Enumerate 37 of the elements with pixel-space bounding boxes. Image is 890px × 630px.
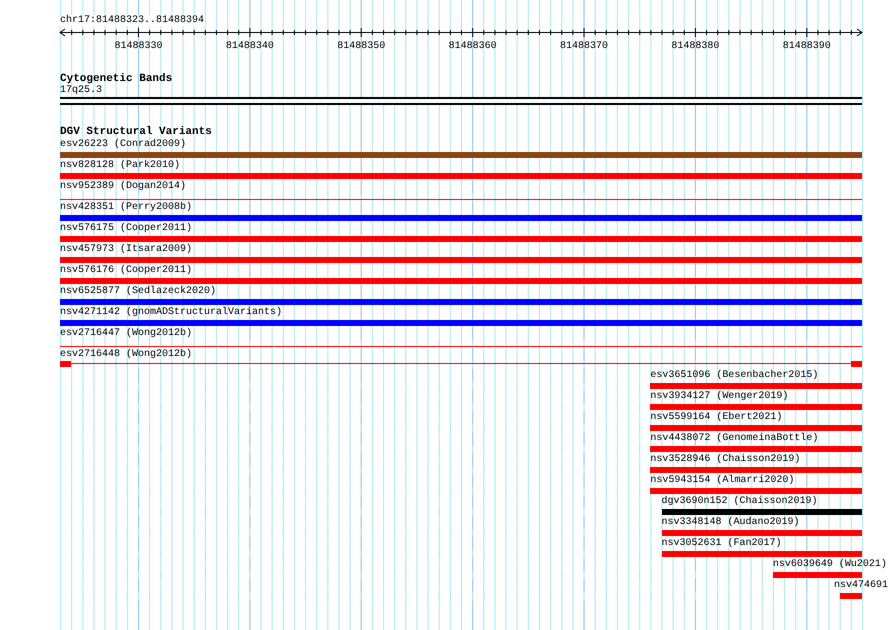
variant-label: nsv6525877 (Sedlazeck2020) xyxy=(60,286,216,298)
variant-label: nsv428351 (Perry2008b) xyxy=(60,202,192,214)
variant-label: nsv576176 (Cooper2011) xyxy=(60,265,192,277)
track-title: DGV Structural Variants xyxy=(60,126,212,138)
tick-label: 81488370 xyxy=(560,41,608,51)
variant-line[interactable] xyxy=(60,346,862,347)
variant-label: esv26223 (Conrad2009) xyxy=(60,139,186,151)
variant-label: nsv474691 xyxy=(834,580,888,592)
variant-bar[interactable] xyxy=(840,593,862,599)
track-title: Cytogenetic Bands xyxy=(60,73,172,85)
variant-label: nsv828128 (Park2010) xyxy=(60,160,180,172)
variant-split-bar[interactable] xyxy=(60,361,862,367)
tick-label: 81488380 xyxy=(671,41,720,51)
variant-label: esv2716447 (Wong2012b) xyxy=(60,328,192,340)
variant-label: esv3651096 (Besenbacher2015) xyxy=(650,370,818,382)
variant-label: nsv3934127 (Wenger2019) xyxy=(650,391,788,403)
tick-label: 81488390 xyxy=(782,41,831,51)
variant-label: nsv3348148 (Audano2019) xyxy=(662,517,800,529)
tick-label: 81488330 xyxy=(114,41,162,51)
variant-label: nsv4271142 (gnomADStructuralVariants) xyxy=(60,307,282,319)
variant-line[interactable] xyxy=(60,199,862,200)
variant-label: nsv952389 (Dogan2014) xyxy=(60,181,186,193)
band-label: 17q25.3 xyxy=(60,85,102,96)
tick-label: 81488360 xyxy=(448,41,497,51)
variant-label: dgv3690n152 (Chaisson2019) xyxy=(662,496,818,508)
tick-label: 81488350 xyxy=(337,41,386,51)
tick-label: 81488340 xyxy=(226,41,274,51)
variant-label: nsv5599164 (Ebert2021) xyxy=(650,412,782,424)
variant-label: nsv4438072 (GenomeinaBottle) xyxy=(650,433,818,445)
variant-label: nsv457973 (Itsara2009) xyxy=(60,244,192,256)
variant-label: nsv576175 (Cooper2011) xyxy=(60,223,192,235)
region-title: chr17:81488323..81488394 xyxy=(60,15,204,26)
variant-label: esv2716448 (Wong2012b) xyxy=(60,349,192,361)
variant-label: nsv3052631 (Fan2017) xyxy=(662,538,782,550)
variant-label: nsv5943154 (Almarri2020) xyxy=(650,475,794,487)
variant-label: nsv6039649 (Wu2021) xyxy=(772,559,887,571)
variant-label: nsv3528946 (Chaisson2019) xyxy=(650,454,800,466)
